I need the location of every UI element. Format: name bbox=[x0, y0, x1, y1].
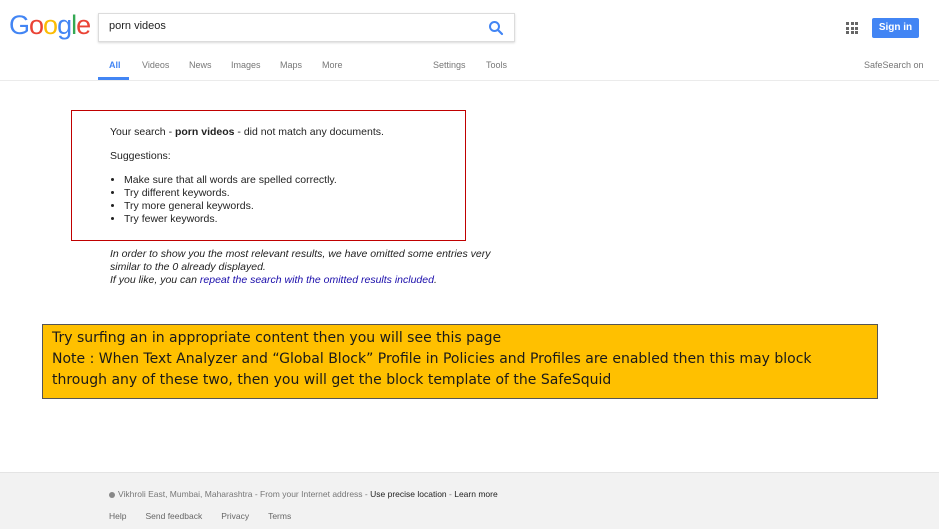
search-input[interactable] bbox=[109, 20, 479, 32]
tab-news[interactable]: News bbox=[189, 60, 212, 70]
omitted-line: If you like, you can repeat the search w… bbox=[110, 274, 510, 287]
tab-maps[interactable]: Maps bbox=[280, 60, 302, 70]
suggestion-item: Try different keywords. bbox=[124, 187, 384, 200]
footer-link-help[interactable]: Help bbox=[109, 511, 126, 521]
repeat-search-link[interactable]: repeat the search with the omitted resul… bbox=[200, 274, 434, 286]
tab-videos[interactable]: Videos bbox=[142, 60, 169, 70]
omitted-suffix: . bbox=[433, 274, 437, 286]
logo-letter: o bbox=[43, 10, 58, 40]
logo-letter: o bbox=[29, 10, 44, 40]
suggestion-item: Try fewer keywords. bbox=[124, 213, 384, 226]
precise-location-link[interactable]: Use precise location bbox=[370, 489, 447, 499]
location-line: Vikhroli East, Mumbai, Maharashtra - Fro… bbox=[109, 489, 498, 499]
suggestion-item: Try more general keywords. bbox=[124, 200, 384, 213]
omitted-line: similar to the 0 already displayed. bbox=[110, 261, 266, 273]
omitted-prefix: If you like, you can bbox=[110, 274, 200, 286]
no-results-highlight-box: Your search - porn videos - did not matc… bbox=[71, 110, 466, 241]
no-results-query: porn videos bbox=[174, 126, 235, 138]
logo-letter: G bbox=[9, 10, 30, 40]
logo-letter: e bbox=[76, 10, 91, 40]
search-icon[interactable] bbox=[488, 20, 504, 36]
tab-more[interactable]: More bbox=[322, 60, 343, 70]
suggestions-title: Suggestions: bbox=[110, 150, 171, 162]
tab-settings[interactable]: Settings bbox=[433, 60, 466, 70]
search-nav-bar: All Videos News Images Maps More Setting… bbox=[0, 52, 939, 81]
google-logo[interactable]: Google bbox=[9, 10, 91, 41]
footer-link-privacy[interactable]: Privacy bbox=[221, 511, 249, 521]
suggestions-list: Make sure that all words are spelled cor… bbox=[110, 174, 384, 226]
active-tab-indicator bbox=[98, 77, 129, 80]
annotation-note-box: Try surfing an in appropriate content th… bbox=[42, 324, 878, 399]
footer-link-send-feedback[interactable]: Send feedback bbox=[145, 511, 202, 521]
tab-all[interactable]: All bbox=[109, 60, 121, 70]
learn-more-link[interactable]: Learn more bbox=[454, 489, 497, 499]
omitted-results-note: In order to show you the most relevant r… bbox=[110, 248, 510, 287]
tab-tools[interactable]: Tools bbox=[486, 60, 507, 70]
no-results-line: Your search - porn videos - did not matc… bbox=[110, 126, 384, 139]
no-results-prefix: Your search - bbox=[110, 126, 175, 138]
logo-letter: g bbox=[57, 10, 72, 40]
note-line: Try surfing an in appropriate content th… bbox=[52, 330, 502, 346]
note-line: through any of these two, then you will … bbox=[52, 372, 612, 388]
note-line: Note : When Text Analyzer and “Global Bl… bbox=[52, 351, 812, 367]
sign-in-button[interactable]: Sign in bbox=[872, 18, 919, 38]
search-box bbox=[98, 13, 515, 42]
location-text: Vikhroli East, Mumbai, Maharashtra bbox=[118, 489, 253, 499]
footer-links: Help Send feedback Privacy Terms bbox=[109, 511, 310, 521]
safesearch-status[interactable]: SafeSearch on bbox=[864, 60, 924, 70]
no-results-suffix: - did not match any documents. bbox=[234, 126, 384, 138]
location-dot-icon bbox=[109, 491, 115, 498]
tab-images[interactable]: Images bbox=[231, 60, 261, 70]
page-footer: Vikhroli East, Mumbai, Maharashtra - Fro… bbox=[0, 472, 939, 529]
suggestion-item: Make sure that all words are spelled cor… bbox=[124, 174, 384, 187]
no-results-message: Your search - porn videos - did not matc… bbox=[110, 126, 384, 226]
footer-link-terms[interactable]: Terms bbox=[268, 511, 291, 521]
omitted-line: In order to show you the most relevant r… bbox=[110, 248, 491, 260]
apps-grid-icon[interactable] bbox=[846, 22, 858, 34]
location-source: - From your Internet address - bbox=[252, 489, 371, 499]
